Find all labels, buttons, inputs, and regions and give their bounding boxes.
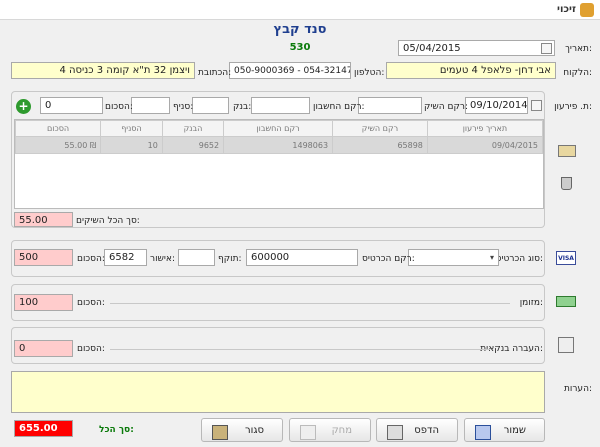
approval-label: אישור: [150,254,175,264]
check-date-field[interactable]: 09/10/2014 [465,97,528,114]
save-button-label: שמור [503,425,526,436]
branch-field[interactable] [131,97,170,114]
notes-label: הערות: [563,384,592,394]
check-number-field[interactable] [358,97,422,114]
phone-field[interactable]: 050-9000369 - 054-3214785 - 7 [229,62,351,79]
close-button[interactable]: סגור [201,418,283,442]
banknote-icon [556,296,576,307]
print-button[interactable]: הדפס [376,418,458,442]
print-button-label: הדפס [414,425,439,436]
printer-icon [387,425,403,440]
col-header: תאריך פירעון [426,120,543,137]
table-row[interactable]: 09/04/2015 65898 1498063 9652 10 ₪ 55.00 [15,136,543,154]
expiry-label: תוקף: [218,254,242,264]
cell-bank: 9652 [161,136,225,154]
bank-label: בנק: [233,102,252,112]
checks-total-label: סך הכל השיקים: [76,216,140,226]
save-icon [475,425,491,440]
name-label: הלקוח: [563,68,592,78]
delete-button[interactable]: מחק [289,418,371,442]
cash-divider [110,303,510,304]
delete-button-label: מחק [331,425,352,436]
notes-field[interactable] [11,371,545,413]
cell-date: 09/04/2015 [426,136,543,154]
checks-total-field: 55.00 [14,212,73,227]
check-icon [558,145,576,157]
transfer-amount-label: הסכום: [77,344,105,354]
check-calendar-icon[interactable] [531,100,542,111]
account-field[interactable] [251,97,310,114]
check-number-label: רקם השיק: [424,102,468,112]
address-label: הכתובת: [198,68,232,78]
chevron-down-icon[interactable]: ▾ [486,250,498,265]
calendar-icon[interactable] [541,43,552,54]
card-amount-label: הסכום: [77,254,105,264]
cell-check-number: 65898 [332,136,428,154]
transfer-divider [110,349,490,350]
checks-date-label: ת. פירעון: [554,102,592,112]
card-number-field[interactable]: 600000 [246,249,358,266]
check-amount-field[interactable]: 0 [40,97,103,114]
bank-field[interactable] [192,97,229,114]
col-header: הסכום [15,120,102,137]
col-header: רקם השיק [332,120,428,137]
cash-amount-field[interactable]: 100 [14,294,73,311]
grand-total-label: סך הכל: [99,425,134,435]
branch-label: סניף: [173,102,194,112]
col-header: הבנק [161,120,225,137]
visa-icon: VISA [556,251,576,265]
bank-icon [558,337,574,353]
cell-branch: 10 [100,136,163,154]
card-type-label: סוג הכרטיס: [495,254,543,264]
cell-amount: ₪ 55.00 [15,136,102,154]
col-header: רקם החשבון [223,120,334,137]
date-field[interactable]: 05/04/2015 [398,40,555,56]
approval-field[interactable]: 6582 [104,249,147,266]
add-check-icon[interactable]: + [16,99,31,114]
card-number-label: רקם הכרטיס: [362,254,415,264]
cash-amount-label: הסכום: [77,298,105,308]
save-button[interactable]: שמור [464,418,545,442]
phone-label: הטלפון: [354,68,385,78]
cell-account: 1498063 [223,136,334,154]
col-header: הסניף [100,120,163,137]
cash-label: מזומן: [519,298,543,308]
delete-icon [300,425,316,440]
app-logo-icon [580,3,594,17]
transfer-amount-field[interactable]: 0 [14,340,73,357]
account-label: רקם החשבון: [313,102,365,112]
table-header-row: תאריך פירעון רקם השיק רקם החשבון הבנק הס… [15,120,543,137]
checks-table[interactable]: תאריך פירעון רקם השיק רקם החשבון הבנק הס… [14,119,544,209]
exit-door-icon [212,425,228,440]
title-bar [0,0,600,20]
close-button-label: סגור [245,425,264,436]
customer-name-field[interactable]: אבי דחן- פלאפל 4 טעמים [386,62,556,79]
date-label: תאריך: [565,44,592,54]
window-title: זיכוי [557,4,576,15]
expiry-field[interactable] [178,249,215,266]
address-field[interactable]: ויצמן 32 ת"א קומה 3 כניסה 4 [11,62,195,79]
check-amount-label: הסכום: [105,102,133,112]
trash-icon[interactable] [561,177,572,190]
card-amount-field[interactable]: 500 [14,249,73,266]
grand-total-field: 655.00 [14,420,73,437]
page-title: סנד קבץ [273,22,327,37]
